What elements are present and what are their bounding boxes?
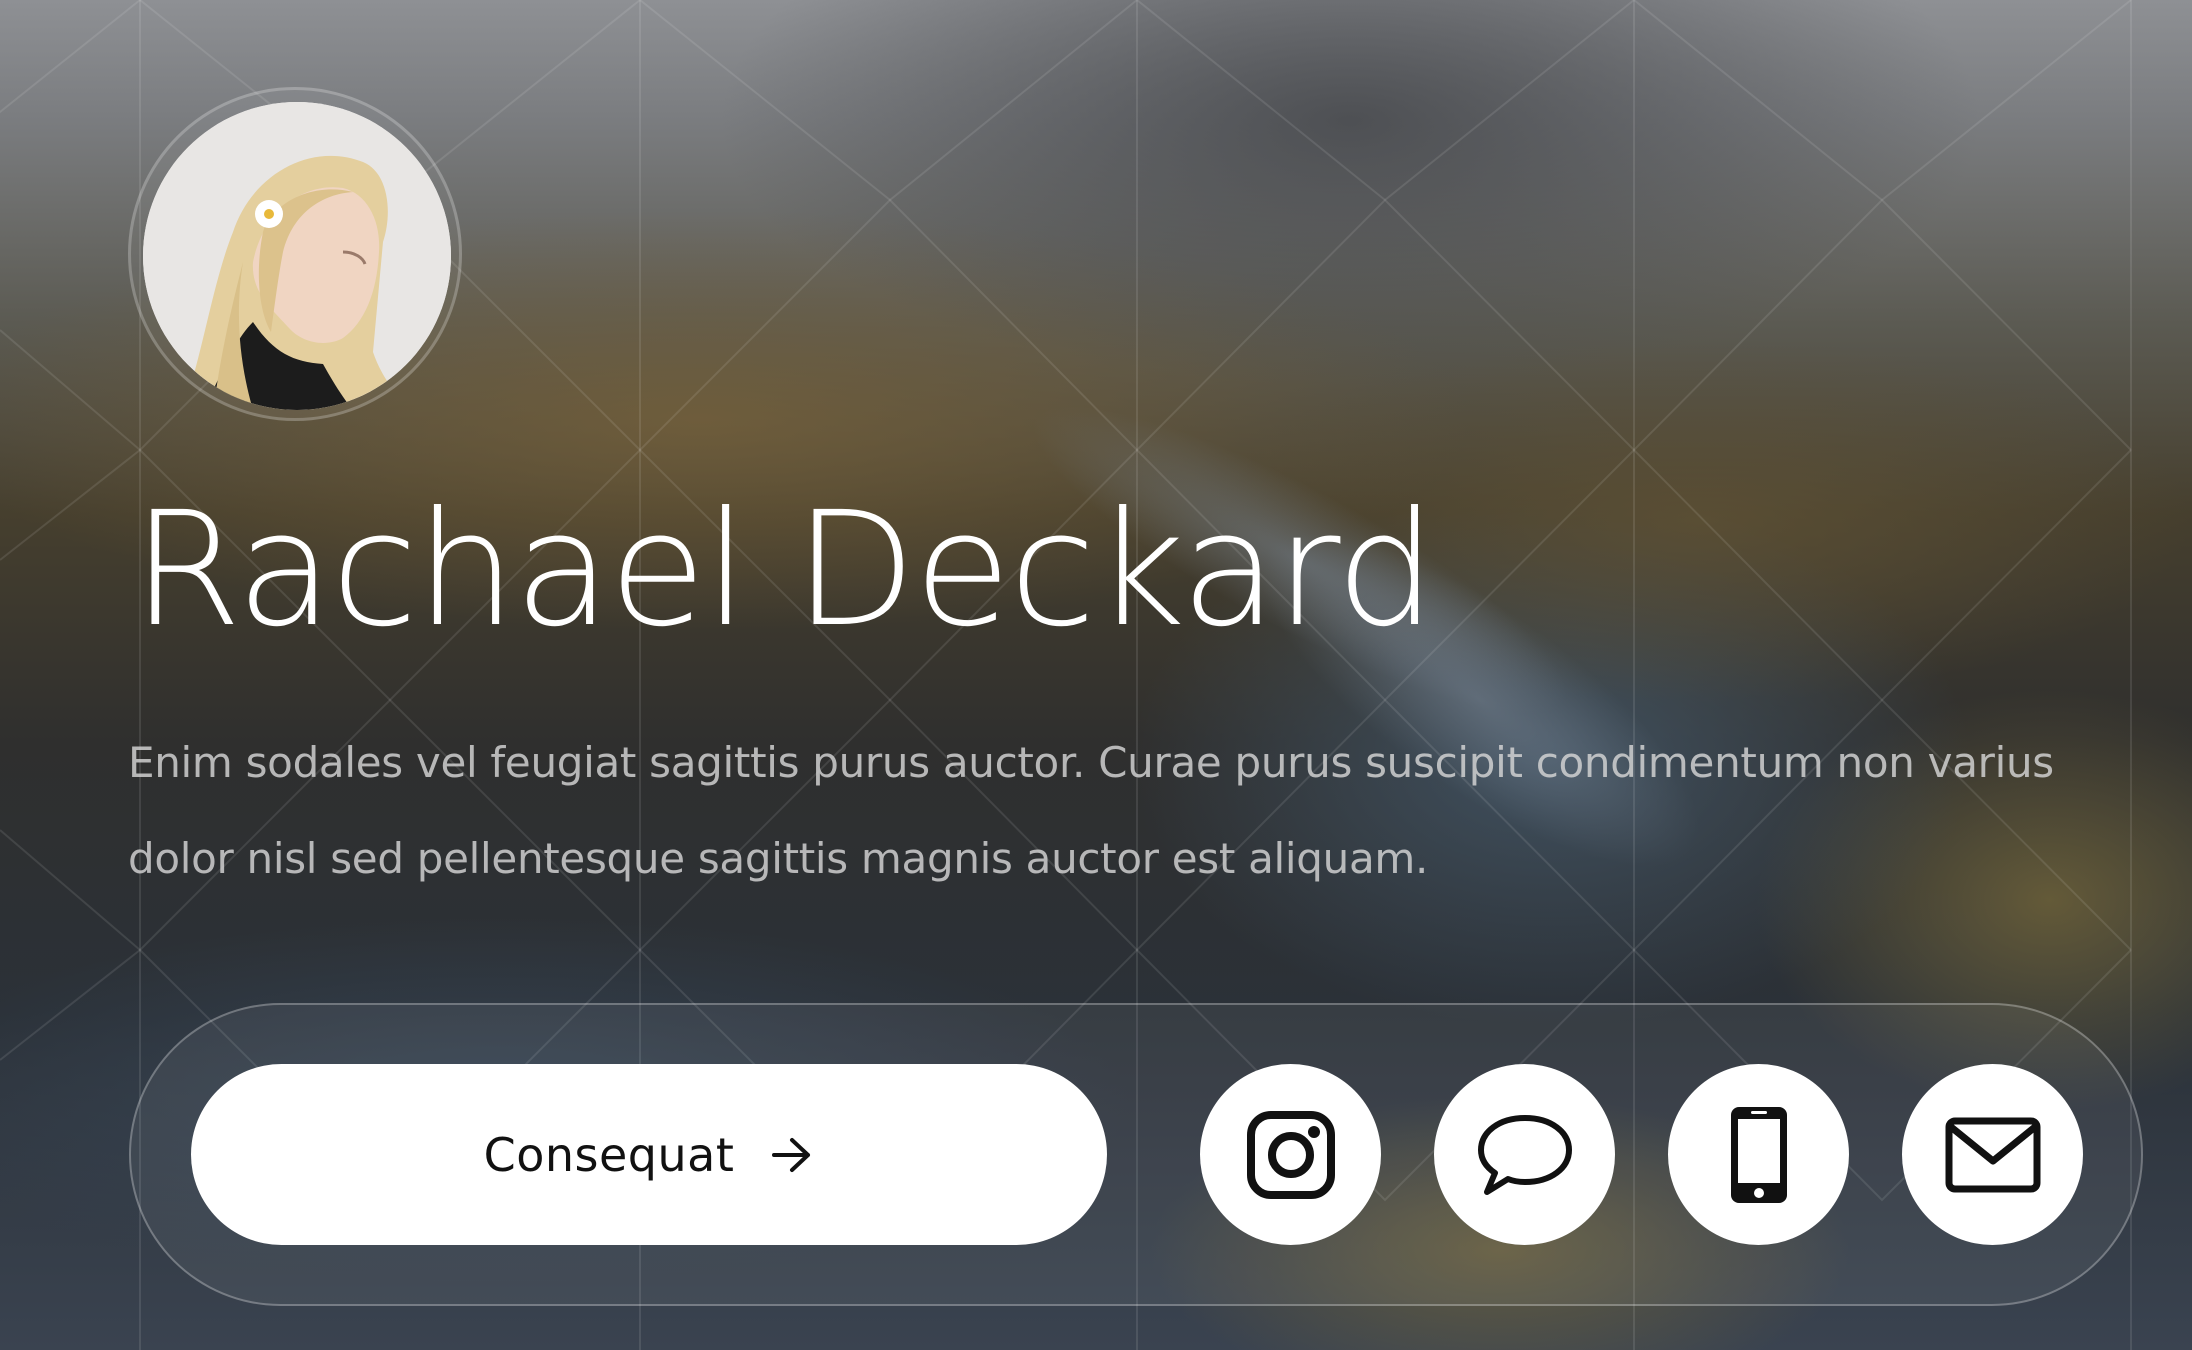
avatar	[143, 102, 451, 410]
arrow-right-icon	[770, 1135, 814, 1175]
profile-card: Rachael Deckard Enim sodales vel feugiat…	[0, 0, 2192, 1350]
email-button[interactable]	[1902, 1064, 2083, 1245]
primary-button[interactable]: Consequat	[191, 1064, 1107, 1245]
instagram-icon	[1246, 1110, 1335, 1199]
profile-bio: Enim sodales vel feugiat sagittis purus …	[128, 738, 2054, 883]
phone-button[interactable]	[1668, 1064, 1849, 1245]
envelope-icon	[1945, 1117, 2040, 1192]
chat-bubble-icon	[1477, 1114, 1572, 1195]
profile-name: Rachael Deckard	[132, 478, 1436, 662]
chat-button[interactable]	[1434, 1064, 1615, 1245]
primary-button-label: Consequat	[483, 1127, 735, 1182]
profile-photo	[143, 102, 451, 410]
instagram-button[interactable]	[1200, 1064, 1381, 1245]
mobile-phone-icon	[1730, 1106, 1787, 1203]
